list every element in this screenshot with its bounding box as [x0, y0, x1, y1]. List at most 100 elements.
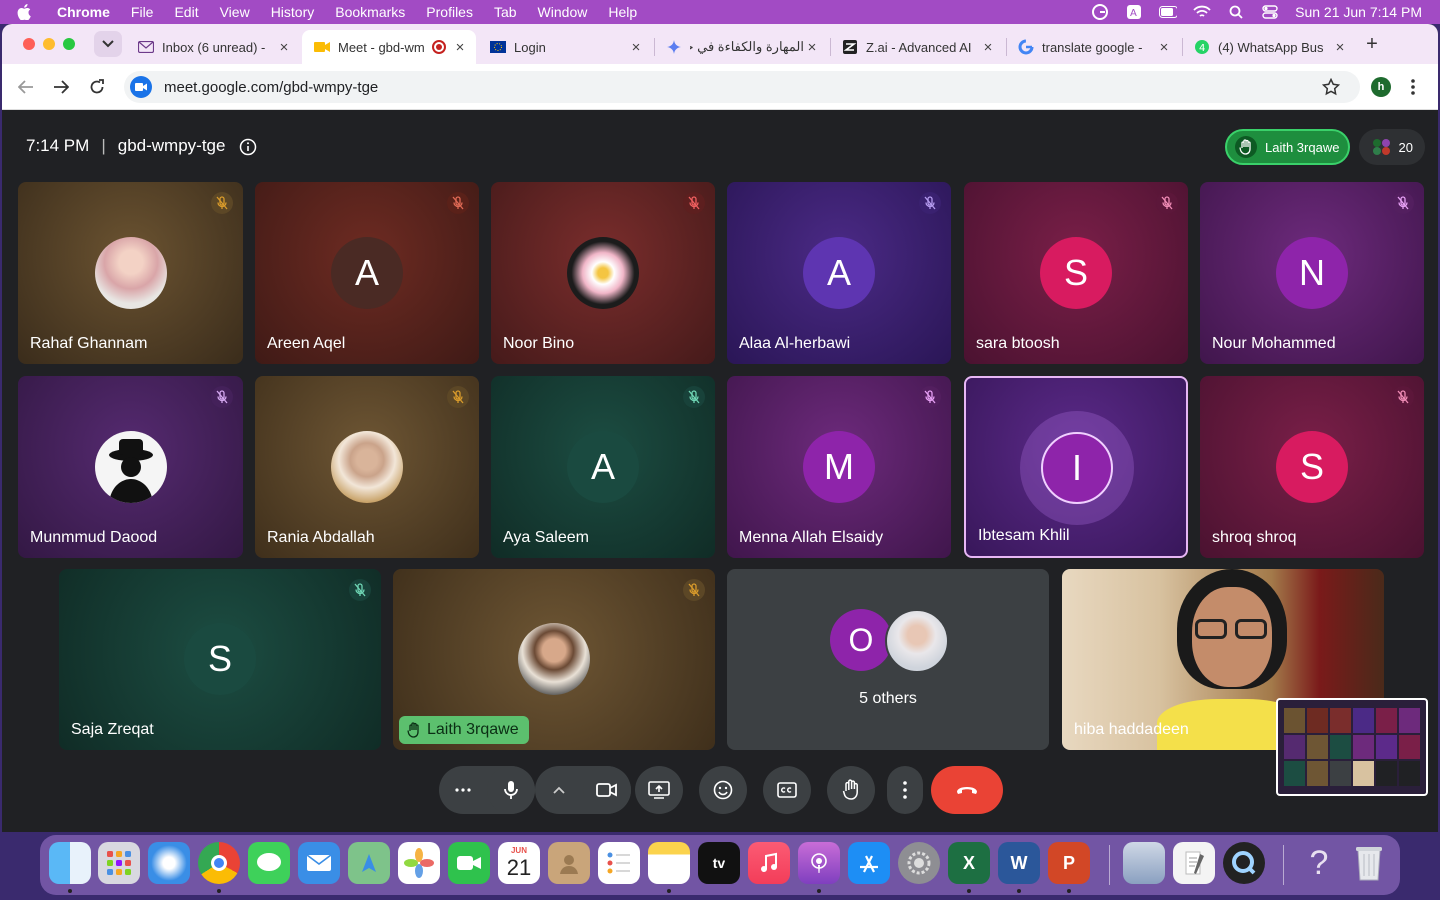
mail-app-icon[interactable] — [298, 842, 340, 884]
camera-button[interactable] — [583, 766, 631, 814]
appstore-icon[interactable] — [848, 842, 890, 884]
minimize-window-button[interactable] — [43, 38, 55, 50]
wifi-icon[interactable] — [1193, 4, 1211, 20]
participant-tile[interactable]: Rania Abdallah — [255, 376, 479, 558]
participant-tile[interactable]: Laith 3rqawe — [393, 569, 715, 750]
photos-icon[interactable] — [398, 842, 440, 884]
participant-tile[interactable]: Munmmud Daood — [18, 376, 243, 558]
preview-icon[interactable] — [1123, 842, 1165, 884]
notes-icon[interactable] — [648, 842, 690, 884]
facetime-icon[interactable] — [448, 842, 490, 884]
tab-translate[interactable]: translate google - × — [1006, 30, 1180, 64]
tab-meet[interactable]: Meet - gbd-wm × — [302, 30, 476, 64]
close-window-button[interactable] — [23, 38, 35, 50]
menu-file[interactable]: File — [131, 4, 154, 20]
participant-tile[interactable]: M Menna Allah Elsaidy — [727, 376, 951, 558]
bookmark-star-icon[interactable] — [1321, 77, 1341, 101]
address-bar[interactable]: meet.google.com/gbd-wmpy-tge — [124, 71, 1360, 103]
keyboard-input-icon[interactable]: A — [1125, 4, 1143, 20]
tab-inbox[interactable]: Inbox (6 unread) - × — [126, 30, 300, 64]
new-tab-button[interactable]: + — [1362, 34, 1382, 54]
menu-help[interactable]: Help — [608, 4, 637, 20]
profile-avatar[interactable]: h — [1371, 77, 1391, 97]
reminders-icon[interactable] — [598, 842, 640, 884]
more-audio-options-icon[interactable] — [453, 780, 473, 800]
raise-hand-button[interactable] — [827, 766, 875, 814]
participant-tile[interactable]: S sara btoosh — [964, 182, 1188, 364]
trash-icon[interactable] — [1348, 842, 1390, 884]
fullscreen-window-button[interactable] — [63, 38, 75, 50]
chrome-menu-icon[interactable] — [1406, 76, 1420, 98]
close-tab-icon[interactable]: × — [628, 39, 644, 56]
quicktime-icon[interactable] — [1223, 842, 1265, 884]
close-tab-icon[interactable]: × — [1156, 39, 1172, 56]
grammarly-icon[interactable] — [1091, 4, 1109, 20]
menubar-clock[interactable]: Sun 21 Jun 7:14 PM — [1295, 4, 1422, 20]
participant-tile[interactable]: A Alaa Al-herbawi — [727, 182, 951, 364]
tab-login[interactable]: Login × — [478, 30, 652, 64]
more-options-button[interactable] — [887, 766, 923, 814]
contacts-icon[interactable] — [548, 842, 590, 884]
participant-tile[interactable]: S Saja Zreqat — [59, 569, 381, 750]
present-screen-button[interactable] — [635, 766, 683, 814]
finder-icon[interactable] — [49, 842, 91, 884]
calendar-icon[interactable]: JUN 21 — [498, 842, 540, 884]
tab-whatsapp[interactable]: 4 (4) WhatsApp Bus × — [1182, 30, 1356, 64]
podcasts-icon[interactable] — [798, 842, 840, 884]
close-tab-icon[interactable]: × — [980, 39, 996, 56]
chevron-up-icon[interactable] — [549, 780, 569, 800]
close-tab-icon[interactable]: × — [1332, 39, 1348, 56]
battery-icon[interactable] — [1159, 4, 1178, 20]
participant-tile[interactable]: A Areen Aqel — [255, 182, 479, 364]
safari-icon[interactable] — [148, 842, 190, 884]
appletv-icon[interactable]: tv — [698, 842, 740, 884]
menu-bookmarks[interactable]: Bookmarks — [335, 4, 405, 20]
forward-button[interactable] — [50, 76, 72, 98]
menu-profiles[interactable]: Profiles — [426, 4, 473, 20]
meeting-details-icon[interactable] — [239, 138, 257, 156]
tab-zai[interactable]: Z.ai - Advanced AI × — [830, 30, 1004, 64]
textedit-icon[interactable] — [1173, 842, 1215, 884]
help-icon[interactable]: ? — [1298, 842, 1340, 884]
tab-search-button[interactable] — [94, 31, 122, 57]
reload-button[interactable] — [86, 76, 108, 98]
participant-tile[interactable]: Rahaf Ghannam — [18, 182, 243, 364]
participant-tile[interactable]: S shroq shroq — [1200, 376, 1424, 558]
launchpad-icon[interactable] — [98, 842, 140, 884]
participants-button[interactable]: 20 — [1359, 129, 1425, 165]
reactions-button[interactable] — [699, 766, 747, 814]
control-center-icon[interactable] — [1261, 4, 1279, 20]
participant-tile[interactable]: Noor Bino — [491, 182, 715, 364]
close-tab-icon[interactable]: × — [276, 39, 292, 56]
menu-app-name[interactable]: Chrome — [57, 4, 110, 20]
url-text[interactable]: meet.google.com/gbd-wmpy-tge — [164, 79, 378, 96]
microphone-button[interactable] — [487, 766, 535, 814]
menu-history[interactable]: History — [271, 4, 315, 20]
participant-tile[interactable]: A Aya Saleem — [491, 376, 715, 558]
self-view-thumbnail[interactable] — [1276, 698, 1428, 796]
word-icon[interactable]: W — [998, 842, 1040, 884]
participant-tile-speaking[interactable]: I Ibtesam Khlil — [964, 376, 1188, 558]
participant-tile[interactable]: N Nour Mohammed — [1200, 182, 1424, 364]
close-tab-icon[interactable]: × — [804, 39, 820, 56]
tab-gemini[interactable]: المهارة والكفاءة في حر × — [654, 30, 828, 64]
powerpoint-icon[interactable]: P — [1048, 842, 1090, 884]
menu-view[interactable]: View — [220, 4, 250, 20]
others-tile[interactable]: O 5 others — [727, 569, 1049, 750]
maps-icon[interactable] — [348, 842, 390, 884]
menu-edit[interactable]: Edit — [174, 4, 198, 20]
leave-call-button[interactable] — [931, 766, 1003, 814]
chrome-icon[interactable] — [198, 842, 240, 884]
spotlight-search-icon[interactable] — [1227, 4, 1245, 20]
meet-site-icon[interactable] — [130, 76, 152, 98]
captions-button[interactable] — [763, 766, 811, 814]
raised-hand-pill[interactable]: Laith 3rqawe — [1225, 129, 1350, 165]
menu-tab[interactable]: Tab — [494, 4, 517, 20]
close-tab-icon[interactable]: × — [452, 39, 468, 56]
apple-icon[interactable] — [17, 4, 39, 20]
menu-window[interactable]: Window — [538, 4, 588, 20]
excel-icon[interactable]: X — [948, 842, 990, 884]
back-button[interactable] — [15, 76, 37, 98]
settings-icon[interactable] — [898, 842, 940, 884]
messages-icon[interactable] — [248, 842, 290, 884]
